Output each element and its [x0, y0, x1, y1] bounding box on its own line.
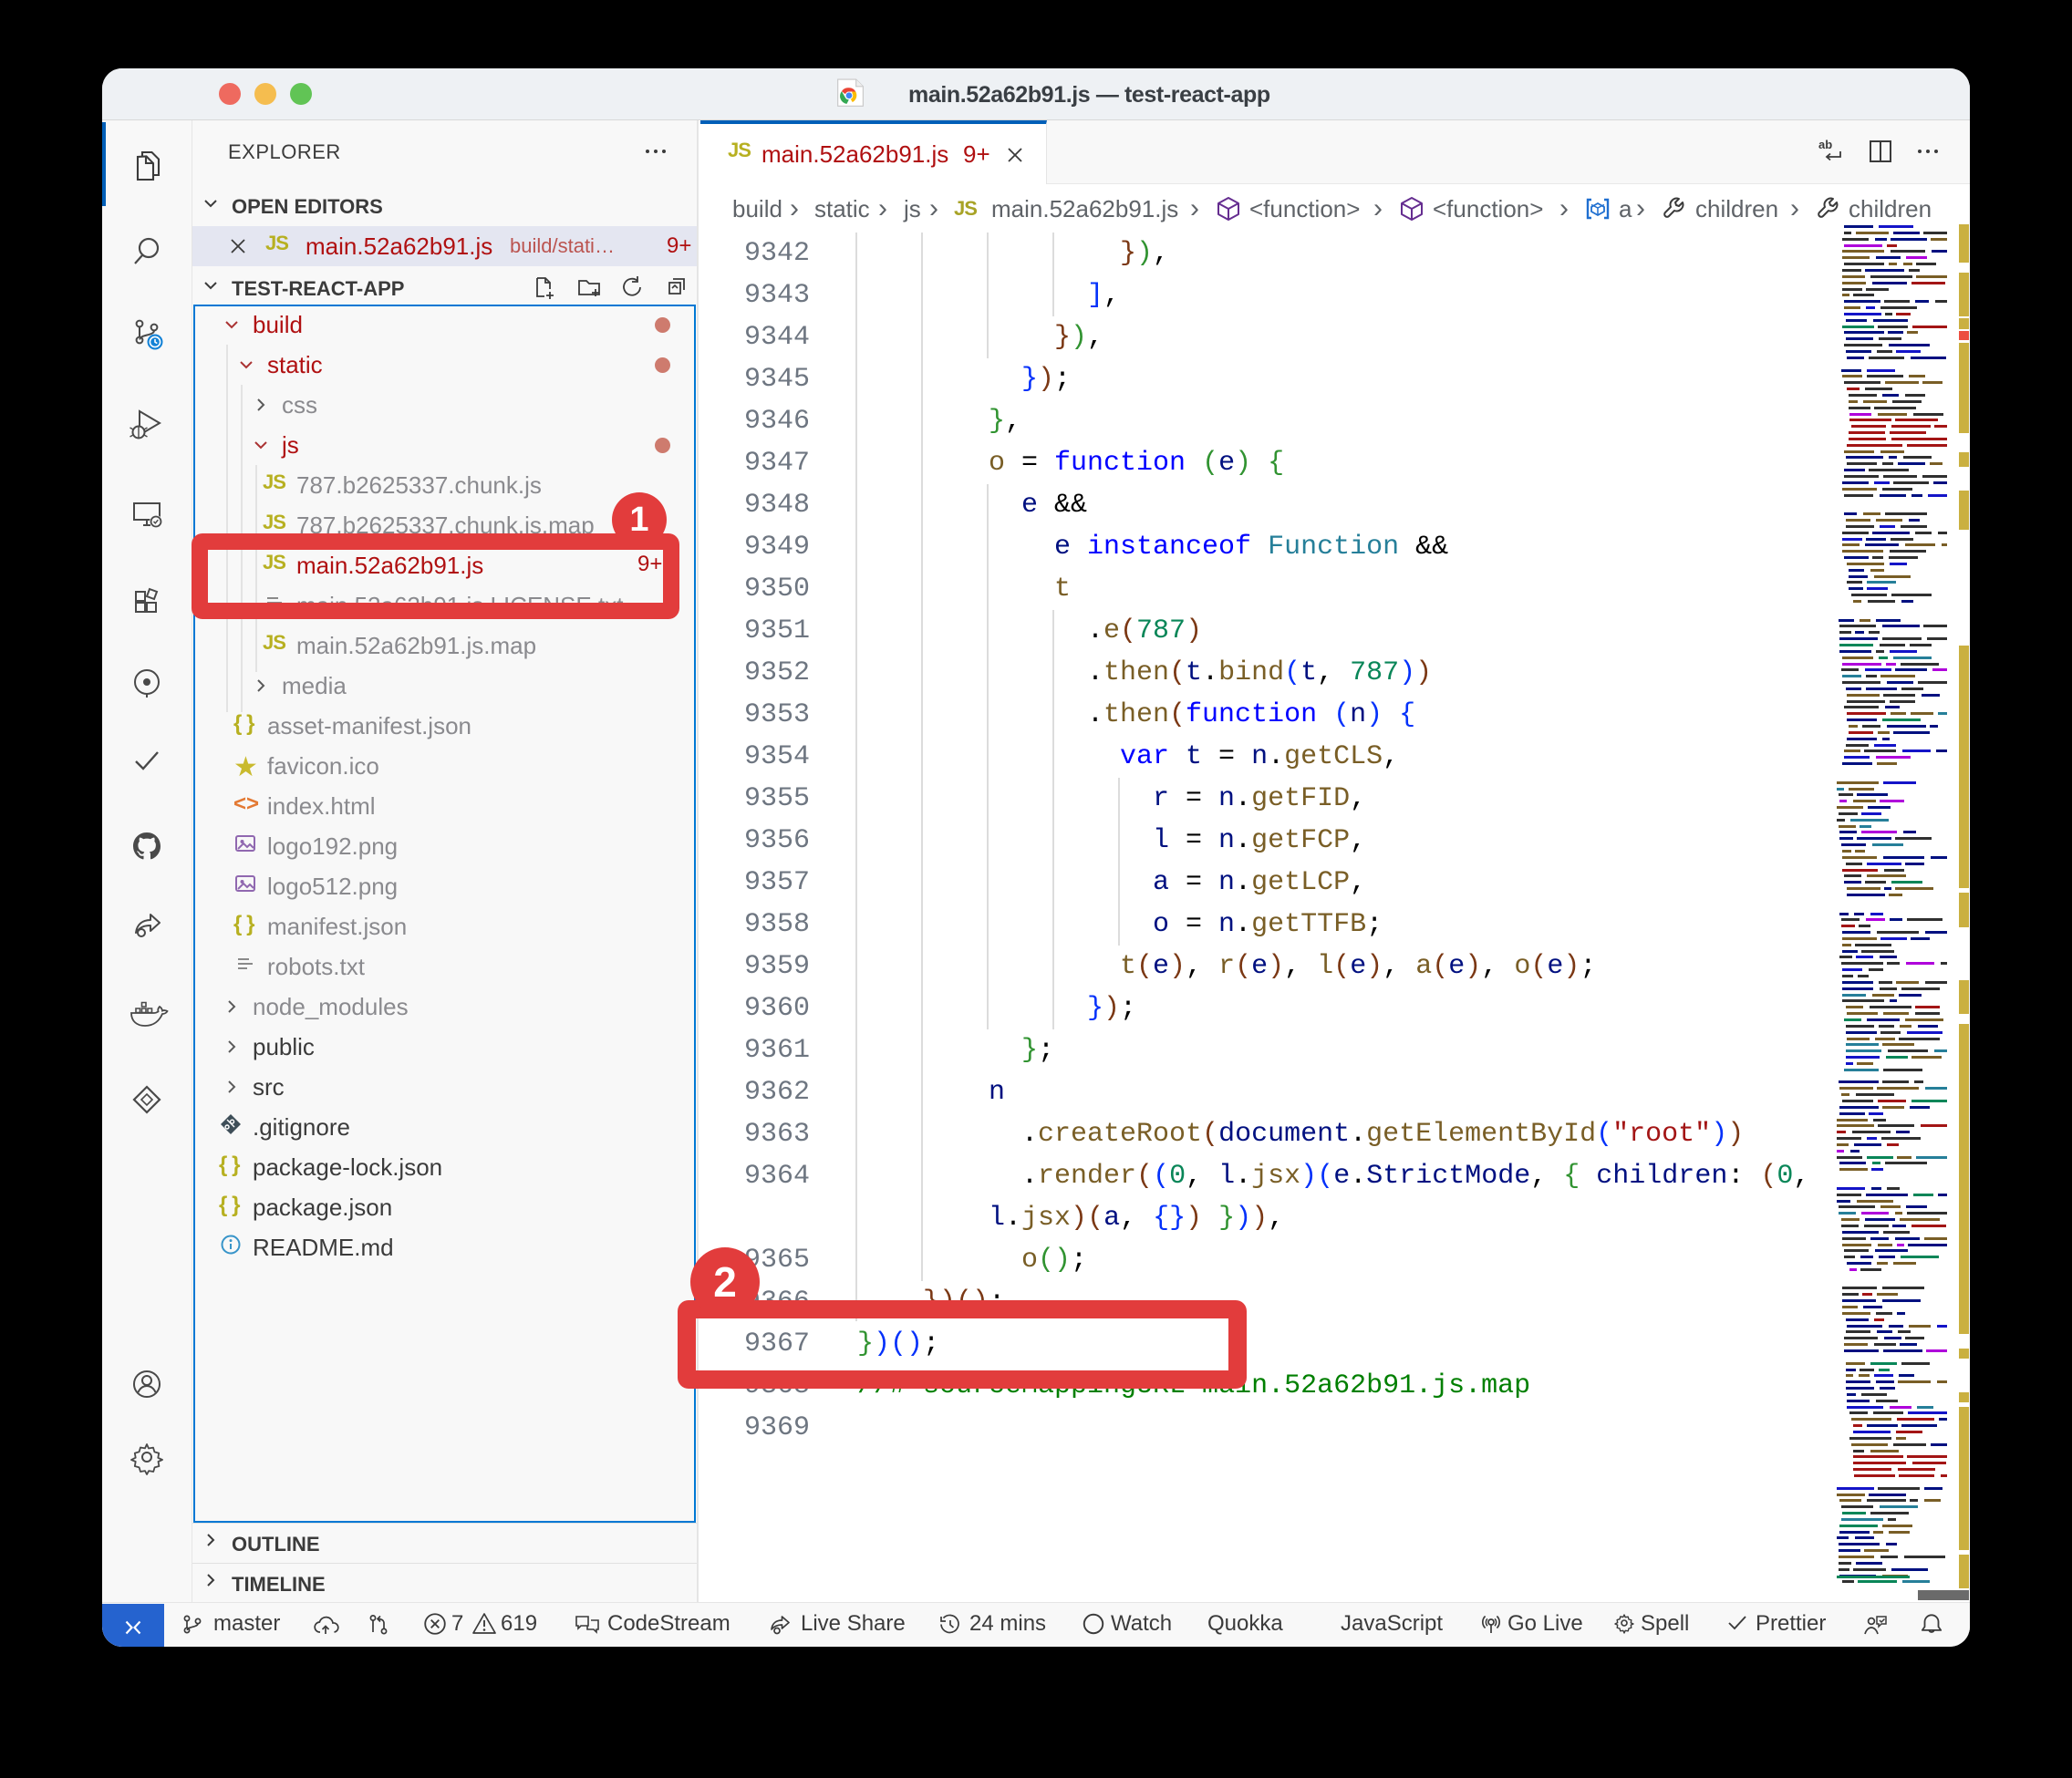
svg-text:ab: ab	[1818, 138, 1832, 151]
